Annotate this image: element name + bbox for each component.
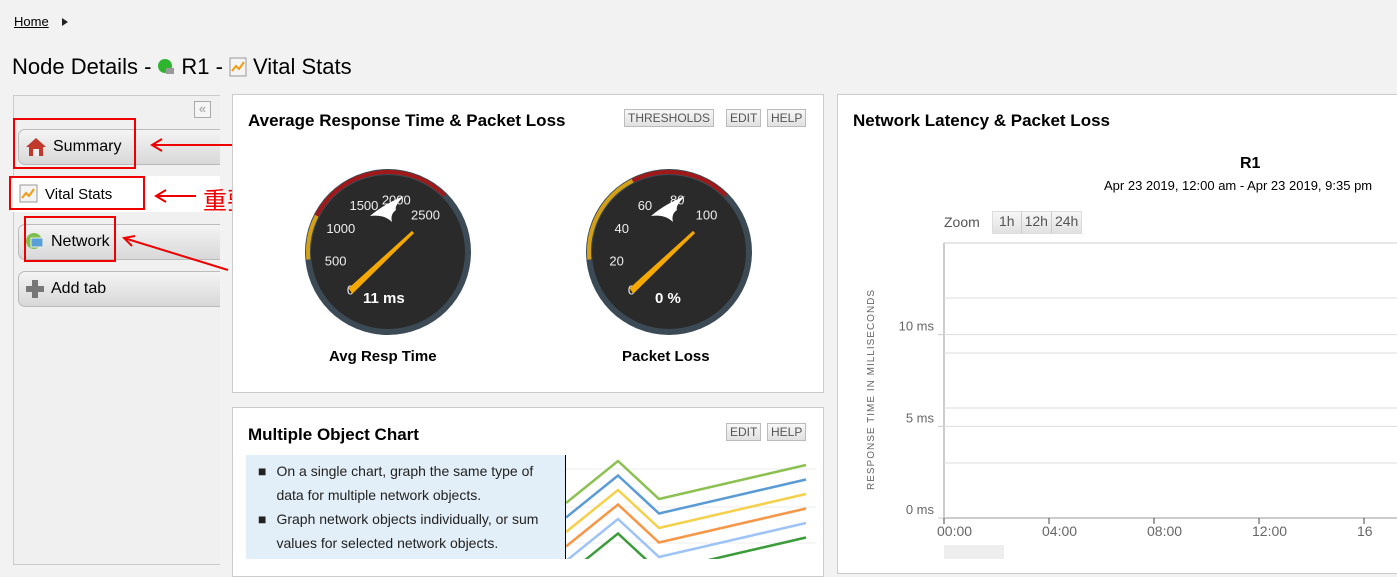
gauge-tick-label: 40 bbox=[615, 221, 629, 236]
chart-title: R1 bbox=[1240, 155, 1261, 172]
x-tick-label: 16 bbox=[1357, 523, 1373, 539]
y-tick-label: 0 ms bbox=[906, 502, 935, 517]
gauge-tick-label: 500 bbox=[325, 253, 347, 268]
gauge-value-packet-loss: 0 % bbox=[655, 290, 681, 307]
chart-subtitle: Apr 23 2019, 12:00 am - Apr 23 2019, 9:3… bbox=[1104, 178, 1373, 193]
moc-help-button[interactable]: HELP bbox=[767, 423, 807, 441]
gauge-tick-label: 100 bbox=[696, 208, 718, 223]
gauge-tick-label: 1500 bbox=[349, 198, 378, 213]
moc-series-line bbox=[566, 459, 807, 504]
gauges: 05001000150020002500020406080100 bbox=[305, 169, 752, 335]
x-tick-label: 12:00 bbox=[1252, 523, 1287, 539]
y-tick-label: 10 ms bbox=[899, 319, 935, 334]
gauge-label-avg-resp: Avg Resp Time bbox=[329, 348, 437, 365]
gauge-tick-label: 1000 bbox=[326, 221, 355, 236]
latency-panel-title: Network Latency & Packet Loss bbox=[853, 111, 1110, 130]
moc-description: ■ On a single chart, graph the same type … bbox=[246, 455, 565, 559]
gauge-tick-label: 20 bbox=[609, 253, 623, 268]
moc-series-line bbox=[566, 473, 807, 519]
gauge-label-packet-loss: Packet Loss bbox=[622, 348, 710, 365]
navigator-handle bbox=[944, 545, 1004, 559]
bullet-text: On a single chart, graph the same type o… bbox=[276, 463, 534, 503]
gauge-tick-label: 60 bbox=[638, 198, 652, 213]
bullet: ■ On a single chart, graph the same type … bbox=[258, 459, 555, 507]
moc-series-line bbox=[566, 517, 807, 559]
bullet: ■ Graph network objects individually, or … bbox=[258, 507, 555, 555]
moc-edit-button[interactable]: EDIT bbox=[726, 423, 762, 441]
thresholds-button[interactable]: THRESHOLDS bbox=[624, 109, 715, 127]
x-tick-label: 00:00 bbox=[937, 523, 972, 539]
x-tick-label: 04:00 bbox=[1042, 523, 1077, 539]
y-tick-label: 5 ms bbox=[906, 410, 935, 425]
help-button[interactable]: HELP bbox=[767, 109, 807, 127]
bullet-text: Graph network objects individually, or s… bbox=[276, 511, 539, 551]
moc-thumbnail-chart bbox=[566, 459, 816, 559]
latency-chart: 0 ms 5 ms 10 ms 00:00 04:00 08:00 12:00 16 bbox=[899, 242, 1397, 559]
gauge-value-avg-resp: 11 ms bbox=[363, 290, 405, 307]
avg-panel-title: Average Response Time & Packet Loss bbox=[248, 111, 566, 130]
moc-panel-title: Multiple Object Chart bbox=[248, 425, 419, 444]
gauge-tick-label: 2500 bbox=[411, 208, 440, 223]
edit-button[interactable]: EDIT bbox=[726, 109, 762, 127]
zoom-label: Zoom bbox=[944, 214, 980, 230]
x-tick-label: 08:00 bbox=[1147, 523, 1182, 539]
moc-series-line bbox=[566, 488, 807, 533]
moc-series-line bbox=[566, 502, 807, 548]
